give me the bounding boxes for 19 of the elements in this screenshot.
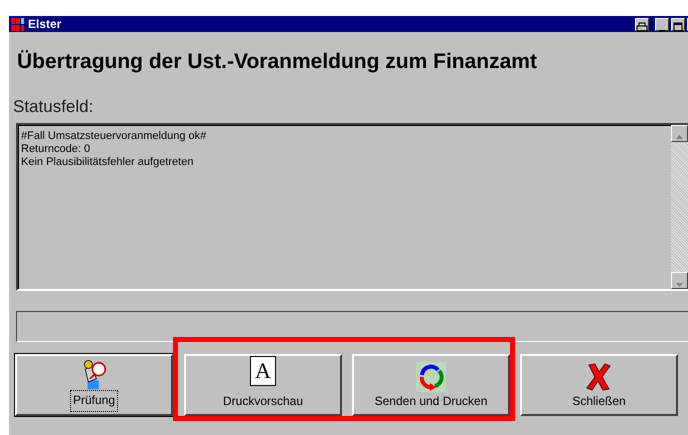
status-label: Statusfeld: [13, 96, 94, 118]
maximize-icon[interactable] [671, 18, 685, 30]
status-line: #Fall Umsatzsteuervoranmeldung ok# [21, 130, 206, 143]
status-line: Kein Plausibilitätsfehler aufgetreten [21, 156, 194, 169]
window-title: Elster [28, 16, 62, 32]
toolbar-button[interactable]: Prüfung [15, 354, 173, 416]
cross-icon [586, 362, 612, 392]
toolbar-button[interactable]: Senden und Drucken [352, 354, 510, 416]
scroll-up-icon[interactable] [671, 125, 688, 142]
page-heading: Übertragung der Ust.-Voranmeldung zum Finanzamt [17, 49, 538, 75]
status-line: Returncode: 0 [21, 143, 90, 156]
document-icon: A [250, 356, 276, 386]
toolbar-button[interactable]: Schließen [520, 354, 678, 416]
print-icon[interactable] [635, 18, 649, 30]
refresh-cycle-icon [416, 362, 446, 392]
minimize-icon[interactable] [655, 18, 669, 30]
scroll-down-icon[interactable] [671, 272, 688, 289]
app-logo-icon [10, 16, 26, 32]
toolbar-button[interactable]: A Druckvorschau [184, 354, 342, 416]
